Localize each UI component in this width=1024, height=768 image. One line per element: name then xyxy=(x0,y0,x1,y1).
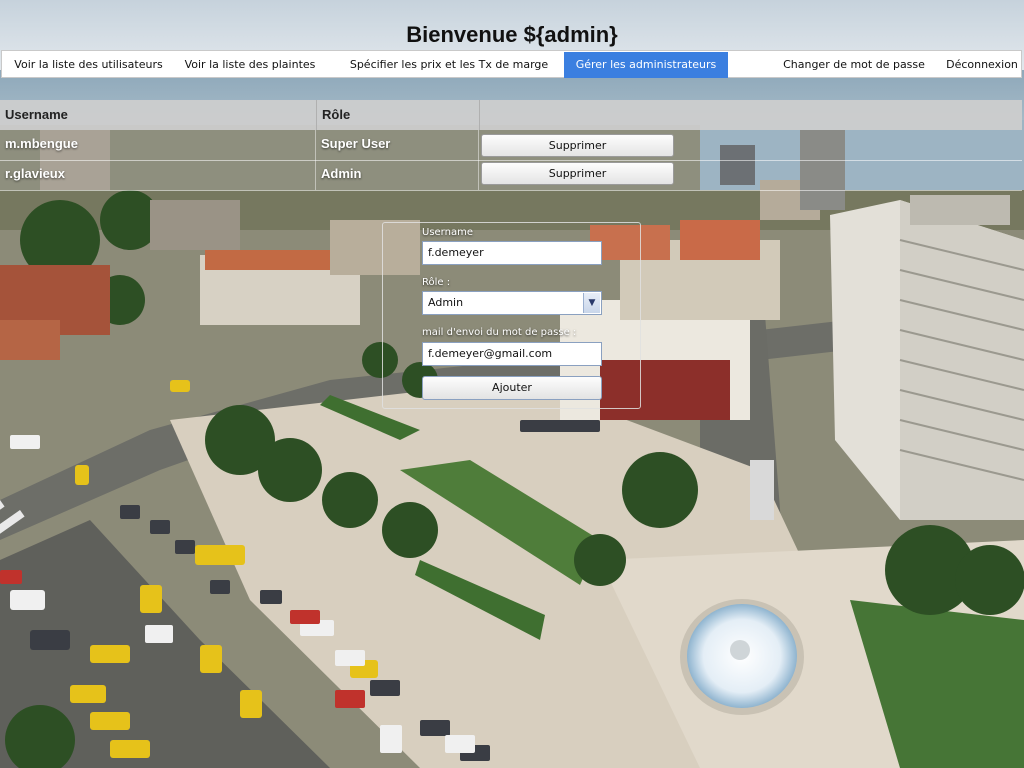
column-header-role: Rôle xyxy=(316,100,479,130)
username-label: Username xyxy=(422,227,473,238)
role-label: Rôle : xyxy=(422,277,451,288)
nav-item-logout[interactable]: Déconnexion xyxy=(942,51,1022,77)
column-header-username: Username xyxy=(5,107,68,122)
add-admin-form: Username f.demeyer Rôle : Admin ▼ mail d… xyxy=(382,222,641,409)
nav-bar: Voir la liste des utilisateurs Voir la l… xyxy=(1,50,1022,78)
username-cell: m.mbengue xyxy=(0,130,316,160)
nav-item-change-password[interactable]: Changer de mot de passe xyxy=(772,51,936,77)
column-header-actions xyxy=(479,100,1022,130)
page-title: Bienvenue ${admin} xyxy=(406,22,618,47)
role-cell: Admin xyxy=(316,160,479,190)
role-cell: Super User xyxy=(316,130,479,160)
delete-button[interactable]: Supprimer xyxy=(481,134,674,157)
email-input[interactable]: f.demeyer@gmail.com xyxy=(422,342,602,366)
nav-item-complaints[interactable]: Voir la liste des plaintes xyxy=(175,51,325,77)
delete-button[interactable]: Supprimer xyxy=(481,162,674,185)
table-row: m.mbengue Super User Supprimer xyxy=(0,130,1022,161)
table-header: Username Rôle xyxy=(0,100,1022,130)
nav-item-prices[interactable]: Spécifier les prix et les Tx de marge xyxy=(342,51,556,77)
chevron-down-icon[interactable]: ▼ xyxy=(583,293,600,313)
table-row: r.glavieux Admin Supprimer xyxy=(0,160,1022,191)
nav-item-admins[interactable]: Gérer les administrateurs xyxy=(564,52,728,78)
username-input[interactable]: f.demeyer xyxy=(422,241,602,265)
role-select[interactable]: Admin ▼ xyxy=(422,291,602,315)
role-select-value: Admin xyxy=(428,296,464,309)
add-button[interactable]: Ajouter xyxy=(422,376,602,400)
username-cell: r.glavieux xyxy=(0,160,316,190)
email-label: mail d'envoi du mot de passe : xyxy=(422,327,577,338)
nav-item-users[interactable]: Voir la liste des utilisateurs xyxy=(2,51,175,77)
